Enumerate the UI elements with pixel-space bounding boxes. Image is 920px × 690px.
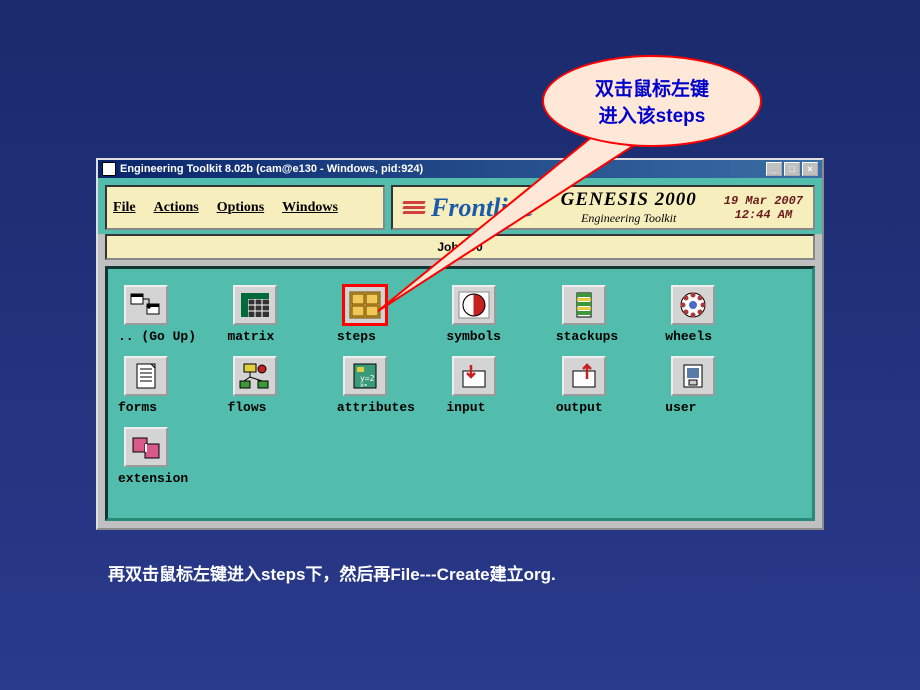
menu-actions[interactable]: Actions [154, 200, 199, 216]
callout-line1: 双击鼠标左键 [595, 74, 709, 101]
attributes-icon: y=2x= [343, 356, 387, 396]
output-label: output [554, 400, 659, 415]
icon-input[interactable]: input [444, 356, 549, 415]
icon-matrix[interactable]: matrix [225, 285, 330, 344]
menu-windows[interactable]: Windows [282, 200, 338, 216]
header-row: File Actions Options Windows Frontline G… [98, 178, 822, 234]
titlebar: Engineering Toolkit 8.02b (cam@e130 - Wi… [98, 160, 822, 178]
brand-text: Frontline [431, 193, 534, 223]
product-block: GENESIS 2000 Engineering Toolkit [542, 189, 716, 226]
matrix-icon [233, 285, 277, 325]
window-controls: _ □ × [766, 162, 818, 176]
icon-symbols[interactable]: symbols [444, 285, 549, 344]
job-bar: Job : 00 [105, 234, 815, 260]
date-text: 19 Mar 2007 [724, 194, 803, 208]
extension-label: extension [116, 471, 221, 486]
icon-output[interactable]: output [554, 356, 659, 415]
time-text: 12:44 AM [724, 208, 803, 222]
slide-caption: 再双击鼠标左键进入steps下，然后再File---Create建立org. [108, 560, 556, 585]
app-icon [102, 162, 116, 176]
extension-icon [124, 427, 168, 467]
icon-goup[interactable]: .. (Go Up) [116, 285, 221, 344]
icon-stackups[interactable]: stackups [554, 285, 659, 344]
menu-options[interactable]: Options [217, 200, 264, 216]
icon-flows[interactable]: flows [225, 356, 330, 415]
menubar: File Actions Options Windows [105, 185, 385, 230]
app-window: Engineering Toolkit 8.02b (cam@e130 - Wi… [96, 158, 824, 530]
product-title: GENESIS 2000 [542, 189, 716, 211]
icon-steps[interactable]: steps [335, 285, 440, 344]
icon-forms[interactable]: forms [116, 356, 221, 415]
goup-label: .. (Go Up) [116, 329, 221, 344]
forms-label: forms [116, 400, 221, 415]
goup-icon [124, 285, 168, 325]
symbols-label: symbols [444, 329, 549, 344]
logo-box: Frontline GENESIS 2000 Engineering Toolk… [391, 185, 815, 230]
callout-bubble: 双击鼠标左键 进入该steps [542, 55, 762, 147]
input-label: input [444, 400, 549, 415]
matrix-label: matrix [225, 329, 330, 344]
user-icon [671, 356, 715, 396]
flows-label: flows [225, 400, 330, 415]
stackups-icon [562, 285, 606, 325]
svg-text:x=: x= [360, 382, 368, 389]
wheels-label: wheels [663, 329, 768, 344]
flows-icon [233, 356, 277, 396]
product-subtitle: Engineering Toolkit [542, 211, 716, 226]
forms-icon [124, 356, 168, 396]
input-icon [452, 356, 496, 396]
icon-user[interactable]: user [663, 356, 768, 415]
logo-bars-icon [403, 201, 425, 214]
wheels-icon [671, 285, 715, 325]
icon-area: .. (Go Up) matrix steps symbols stackups [105, 266, 815, 521]
output-icon [562, 356, 606, 396]
maximize-button[interactable]: □ [784, 162, 800, 176]
user-label: user [663, 400, 768, 415]
window-title: Engineering Toolkit 8.02b (cam@e130 - Wi… [120, 163, 762, 175]
stackups-label: stackups [554, 329, 659, 344]
menu-file[interactable]: File [113, 200, 136, 216]
close-button[interactable]: × [802, 162, 818, 176]
symbols-icon [452, 285, 496, 325]
icon-wheels[interactable]: wheels [663, 285, 768, 344]
steps-icon [343, 285, 387, 325]
icon-attributes[interactable]: y=2x= attributes [335, 356, 440, 415]
minimize-button[interactable]: _ [766, 162, 782, 176]
attributes-label: attributes [335, 400, 440, 415]
datetime-block: 19 Mar 2007 12:44 AM [724, 194, 803, 222]
callout-line2: 进入该steps [599, 101, 706, 128]
icon-extension[interactable]: extension [116, 427, 221, 486]
frontline-logo: Frontline [403, 193, 534, 223]
steps-label: steps [335, 329, 440, 344]
